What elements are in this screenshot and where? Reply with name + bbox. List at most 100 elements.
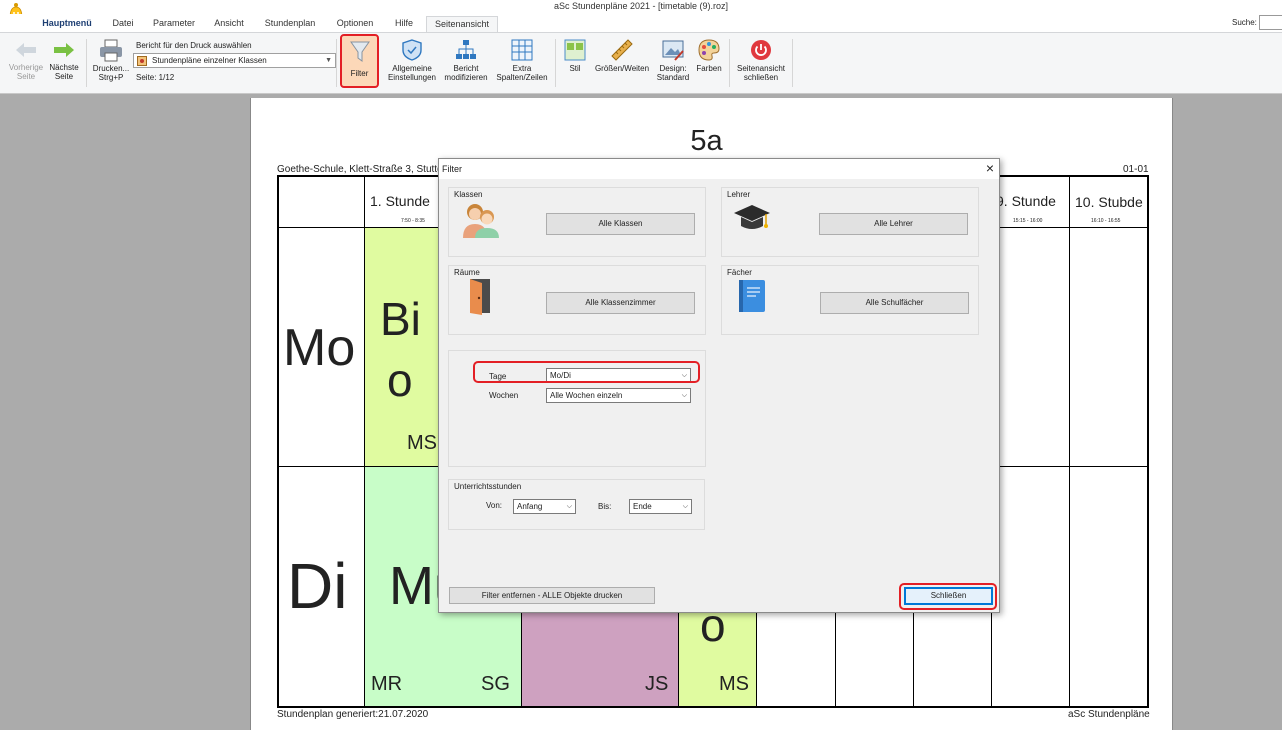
next-page-label-2: Seite	[54, 72, 74, 81]
ribbon-separator	[336, 39, 337, 87]
ruler-icon	[611, 39, 633, 61]
close-dialog-button[interactable]: Schließen	[904, 587, 993, 605]
printer-icon	[100, 39, 122, 62]
weeks-label: Wochen	[489, 391, 519, 400]
modify-report-label-2: modifizieren	[444, 73, 488, 82]
dialog-title: Filter	[442, 164, 462, 174]
footer-brand: aSc Stundenpläne	[1068, 709, 1150, 720]
tab-optionen[interactable]: Optionen	[330, 16, 380, 32]
chevron-down-icon: ⌵	[566, 503, 572, 510]
weeks-select[interactable]: Alle Wochen einzeln ⌵	[546, 388, 691, 403]
tab-hilfe[interactable]: Hilfe	[388, 16, 420, 32]
design-button[interactable]: Design: Standard	[654, 38, 692, 82]
lessons-group-title: Unterrichtsstunden	[454, 482, 522, 491]
subjects-group-title: Fächer	[727, 268, 752, 277]
previous-page-button[interactable]: Vorherige Seite	[5, 39, 47, 81]
classes-group-title: Klassen	[454, 190, 483, 199]
grid-line	[364, 177, 365, 706]
colors-button[interactable]: Farben	[692, 38, 726, 73]
general-settings-button[interactable]: Allgemeine Einstellungen	[384, 38, 440, 82]
modify-report-button[interactable]: Bericht modifizieren	[441, 38, 491, 82]
teachers-group-title: Lehrer	[727, 190, 751, 199]
lesson-teacher-di-1: MR	[371, 673, 403, 695]
day-label-di: Di	[287, 550, 348, 622]
palette-icon	[698, 39, 720, 61]
all-subjects-button[interactable]: Alle Schulfächer	[820, 292, 969, 314]
all-teachers-button[interactable]: Alle Lehrer	[819, 213, 968, 235]
layout-style-icon	[564, 39, 586, 61]
page-indicator: Seite: 1/12	[136, 73, 175, 82]
style-button[interactable]: Stil	[560, 38, 590, 73]
sizes-widths-label: Größen/Weiten	[594, 64, 650, 73]
graduation-cap-icon	[734, 205, 770, 229]
generated-date: Stundenplan generiert:21.07.2020	[277, 709, 429, 720]
tab-seitenansicht[interactable]: Seitenansicht	[426, 16, 498, 32]
students-icon	[463, 204, 499, 238]
all-rooms-button[interactable]: Alle Klassenzimmer	[546, 292, 695, 314]
general-settings-label-1: Allgemeine	[392, 64, 432, 73]
funnel-filter-icon	[349, 41, 370, 62]
filter-label: Filter	[350, 69, 369, 78]
general-settings-label-2: Einstellungen	[387, 73, 437, 82]
to-select[interactable]: Ende ⌵	[629, 499, 692, 514]
rooms-group: Räume Alle Klassenzimmer	[448, 265, 706, 335]
extra-columns-label-1: Extra	[512, 64, 532, 73]
timetable-report-icon	[137, 56, 147, 66]
from-select-value: Anfang	[517, 502, 543, 511]
modify-report-label-1: Bericht	[453, 64, 479, 73]
search-input[interactable]	[1259, 15, 1282, 30]
colors-label: Farben	[696, 64, 722, 73]
extra-columns-rows-button[interactable]: Extra Spalten/Zeilen	[493, 38, 551, 82]
print-button[interactable]: Drucken... Strg+P	[89, 38, 133, 82]
tab-hauptmenue[interactable]: Hauptmenü	[36, 16, 98, 32]
school-name: Goethe-Schule, Klett-Straße 3, Stuttgart	[277, 164, 455, 175]
print-label-2: Strg+P	[98, 73, 124, 82]
close-preview-label-2: schließen	[743, 73, 779, 82]
title-bar: aSc Stundenpläne 2021 - [timetable (9).r…	[0, 0, 1282, 14]
highlight-days-field	[473, 361, 700, 383]
ribbon-separator	[729, 39, 730, 87]
tab-parameter[interactable]: Parameter	[148, 16, 200, 32]
ribbon-separator	[555, 39, 556, 87]
hour-time-10: 16:10 - 16:55	[1091, 218, 1121, 224]
to-label: Bis:	[598, 502, 612, 511]
next-page-button[interactable]: Nächste Seite	[46, 39, 82, 81]
weeks-select-value: Alle Wochen einzeln	[550, 391, 623, 400]
remove-filter-button[interactable]: Filter entfernen - ALLE Objekte drucken	[449, 587, 655, 604]
menu-bar: Hauptmenü Datei Parameter Ansicht Stunde…	[0, 14, 1282, 32]
lesson-teacher-di-3: JS	[645, 673, 669, 695]
previous-page-label-1: Vorherige	[8, 63, 44, 72]
close-preview-label-1: Seitenansicht	[736, 64, 786, 73]
class-title: 5a	[690, 125, 723, 157]
report-select[interactable]: Stundenpläne einzelner Klassen ▼	[133, 53, 336, 68]
teachers-group: Lehrer Alle Lehrer	[721, 187, 979, 257]
door-icon	[470, 279, 490, 315]
next-page-label-1: Nächste	[49, 63, 79, 72]
design-picture-icon	[662, 40, 684, 61]
arrow-right-icon	[54, 43, 74, 57]
dialog-title-bar: Filter ×	[439, 159, 999, 179]
report-select-title: Bericht für den Druck auswählen	[136, 41, 252, 50]
hour-header-9: 9. Stunde	[996, 193, 1056, 209]
search-label: Suche:	[1232, 18, 1257, 27]
filter-button[interactable]: Filter	[340, 34, 379, 88]
design-label-1: Design:	[659, 64, 687, 73]
subjects-group: Fächer Alle Schulfächer	[721, 265, 979, 335]
close-preview-button[interactable]: Seitenansicht schließen	[732, 38, 790, 82]
hour-time-9: 15:15 - 16:00	[1013, 218, 1043, 224]
lesson-subject-mo-1a: Bi	[380, 293, 421, 345]
sizes-widths-button[interactable]: Größen/Weiten	[591, 38, 653, 73]
tab-datei[interactable]: Datei	[106, 16, 140, 32]
shield-icon	[402, 39, 422, 61]
previous-page-label-2: Seite	[16, 72, 36, 81]
tab-ansicht[interactable]: Ansicht	[208, 16, 250, 32]
lesson-subject-mo-1b: o	[387, 354, 413, 406]
close-icon[interactable]: ×	[983, 161, 997, 175]
book-icon	[739, 280, 765, 312]
tab-stundenplan[interactable]: Stundenplan	[258, 16, 322, 32]
arrow-left-icon	[16, 43, 36, 57]
from-select[interactable]: Anfang ⌵	[513, 499, 576, 514]
hour-header-10: 10. Stubde	[1075, 194, 1143, 210]
chevron-down-icon: ⌵	[682, 503, 688, 510]
all-classes-button[interactable]: Alle Klassen	[546, 213, 695, 235]
